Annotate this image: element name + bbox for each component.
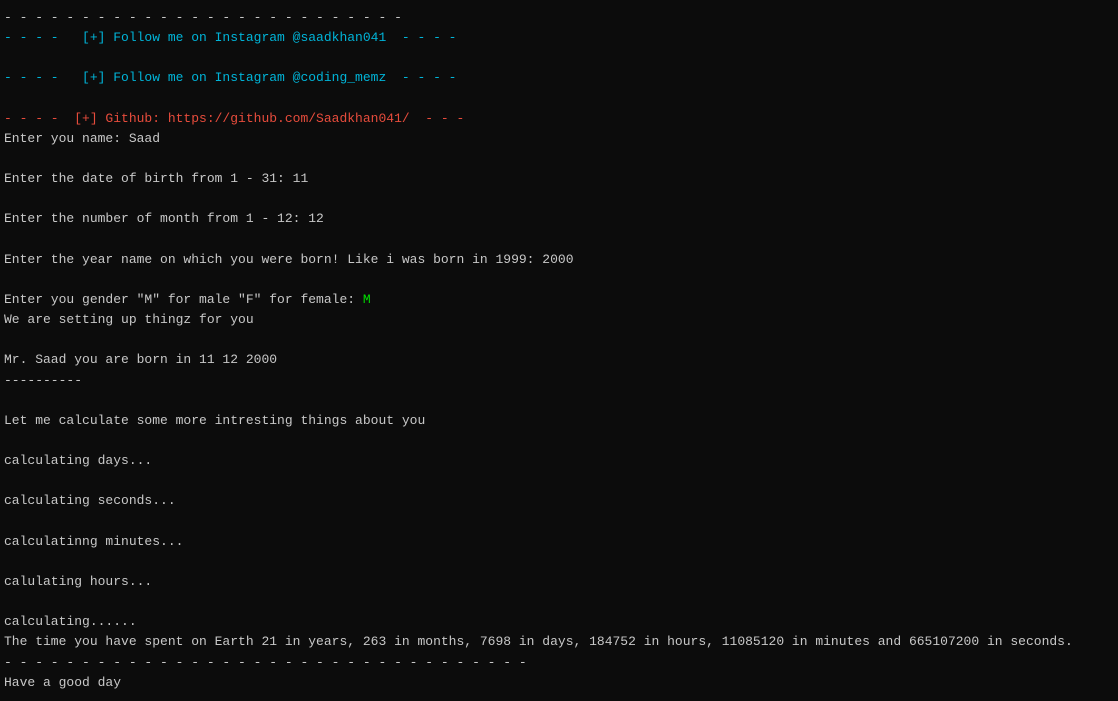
empty-10 bbox=[4, 471, 1114, 491]
instagram-line-1: - - - - [+] Follow me on Instagram @saad… bbox=[4, 28, 1114, 48]
empty-11 bbox=[4, 512, 1114, 532]
empty-1 bbox=[4, 48, 1114, 68]
gender-value: M bbox=[363, 292, 371, 307]
born-line: Mr. Saad you are born in 11 12 2000 bbox=[4, 350, 1114, 370]
calc-days: calculating days... bbox=[4, 451, 1114, 471]
name-prompt: Enter you name: Saad bbox=[4, 129, 1114, 149]
dob-year-prompt: Enter the year name on which you were bo… bbox=[4, 250, 1114, 270]
calc-hours: calulating hours... bbox=[4, 572, 1114, 592]
setup-line: We are setting up thingz for you bbox=[4, 310, 1114, 330]
github-line: - - - - [+] Github: https://github.com/S… bbox=[4, 109, 1114, 129]
empty-7 bbox=[4, 330, 1114, 350]
empty-12 bbox=[4, 552, 1114, 572]
empty-5 bbox=[4, 230, 1114, 250]
gender-prompt: Enter you gender "M" for male "F" for fe… bbox=[4, 290, 1114, 310]
result-line: The time you have spent on Earth 21 in y… bbox=[4, 632, 1114, 652]
empty-6 bbox=[4, 270, 1114, 290]
empty-13 bbox=[4, 592, 1114, 612]
calc-minutes: calculatinng minutes... bbox=[4, 532, 1114, 552]
empty-3 bbox=[4, 149, 1114, 169]
separator-2: - - - - - - - - - - - - - - - - - - - - … bbox=[4, 653, 1114, 673]
empty-2 bbox=[4, 89, 1114, 109]
calc-ellipsis: calculating...... bbox=[4, 612, 1114, 632]
empty-8 bbox=[4, 391, 1114, 411]
empty-4 bbox=[4, 189, 1114, 209]
dashed-line-top: - - - - - - - - - - - - - - - - - - - - … bbox=[4, 8, 1114, 28]
dob-day-prompt: Enter the date of birth from 1 - 31: 11 bbox=[4, 169, 1114, 189]
goodbye-line: Have a good day bbox=[4, 673, 1114, 693]
calculate-intro: Let me calculate some more intresting th… bbox=[4, 411, 1114, 431]
terminal-window: - - - - - - - - - - - - - - - - - - - - … bbox=[0, 0, 1118, 701]
instagram-line-2: - - - - [+] Follow me on Instagram @codi… bbox=[4, 68, 1114, 88]
calc-seconds: calculating seconds... bbox=[4, 491, 1114, 511]
empty-9 bbox=[4, 431, 1114, 451]
dob-month-prompt: Enter the number of month from 1 - 12: 1… bbox=[4, 209, 1114, 229]
separator-1: ---------- bbox=[4, 371, 1114, 391]
